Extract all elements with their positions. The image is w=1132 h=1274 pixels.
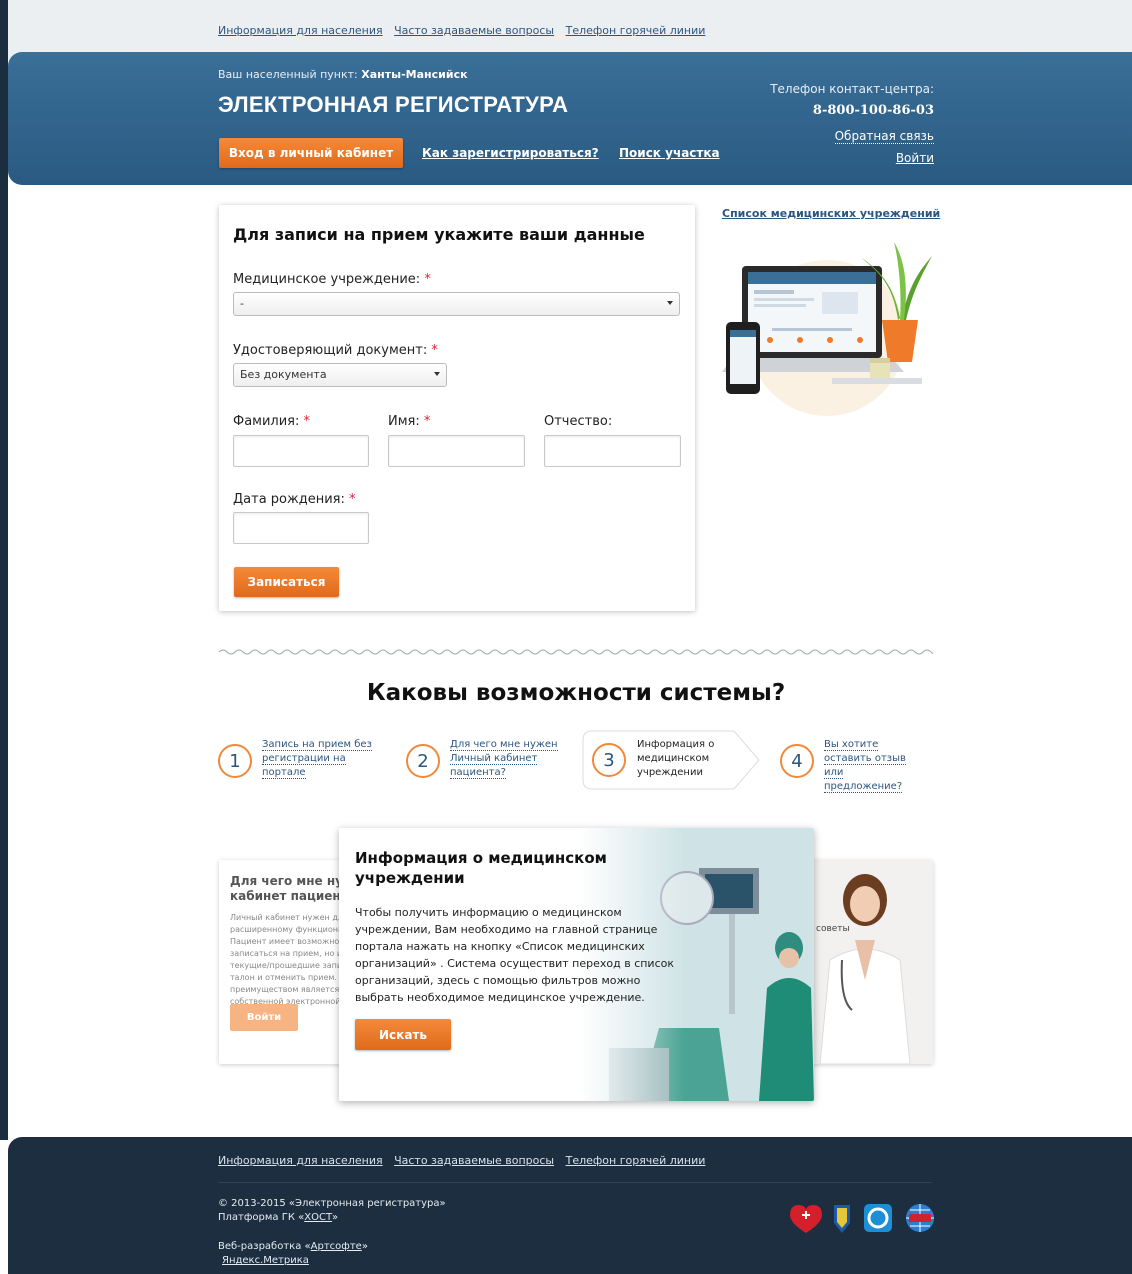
dev-prefix: Веб-разработка « xyxy=(218,1241,311,1252)
firstname-input[interactable] xyxy=(388,435,525,467)
document-label-text: Удостоверяющий документ: xyxy=(233,343,428,358)
top-link-hotline[interactable]: Телефон горячей линии xyxy=(566,24,706,37)
footer-nav: Информация для населения Часто задаваемы… xyxy=(218,1154,713,1167)
lastname-label-text: Фамилия: xyxy=(233,414,300,429)
site-footer: Информация для населения Часто задаваемы… xyxy=(8,1137,1132,1274)
patronymic-label-text: Отчество: xyxy=(544,414,613,429)
submit-appointment-button[interactable]: Записаться xyxy=(234,567,339,597)
devices-illustration xyxy=(722,242,932,416)
platform-line: Платформа ГК «ХОСТ» xyxy=(218,1211,446,1225)
platform-prefix: Платформа ГК « xyxy=(218,1212,305,1223)
login-link[interactable]: Войти xyxy=(896,151,934,165)
features-title: Каковы возможности системы? xyxy=(366,680,786,706)
platform-link[interactable]: ХОСТ xyxy=(304,1212,332,1223)
document-select-value: Без документа xyxy=(240,368,327,381)
step-label: Информация о медицинском учреждении xyxy=(637,739,715,778)
lastname-label: Фамилия: * xyxy=(233,414,310,429)
firstname-label: Имя: * xyxy=(388,414,430,429)
metrika-link[interactable]: Яндекс.Метрика xyxy=(222,1255,309,1266)
footer-link-faq[interactable]: Часто задаваемые вопросы xyxy=(394,1154,554,1167)
contact-label: Телефон контакт-центра: xyxy=(770,82,934,96)
required-mark: * xyxy=(424,272,431,287)
step-label: Вы хотите оставить отзыв или предложение… xyxy=(824,738,924,794)
institution-label-text: Медицинское учреждение: xyxy=(233,272,421,287)
cabinet-login-button[interactable]: Вход в личный кабинет xyxy=(219,138,403,168)
developer-line: Веб-разработка «Артсофте» Яндекс.Метрика xyxy=(218,1240,368,1268)
developer-link[interactable]: Артсофте xyxy=(311,1241,362,1252)
step-number: 2 xyxy=(406,744,440,778)
copyright: © 2013-2015 «Электронная регистратура» П… xyxy=(218,1197,446,1225)
card-text: Чтобы получить информацию о медицинском … xyxy=(355,906,675,1004)
step-number: 1 xyxy=(218,744,252,778)
step-label-text: Вы хотите оставить отзыв или предложение… xyxy=(824,739,906,793)
birthdate-label-text: Дата рождения: xyxy=(233,492,345,507)
footer-link-hotline[interactable]: Телефон горячей линии xyxy=(566,1154,706,1167)
step-label-text: Для чего мне нужен Личный кабинет пациен… xyxy=(450,739,558,779)
step-label: Запись на прием без регистрации на порта… xyxy=(262,738,382,780)
contact-phone: 8-800-100-86-03 xyxy=(812,103,934,118)
dev-suffix: » xyxy=(361,1241,368,1252)
feature-card-institution-info: Информация о медицинском учреждении Чтоб… xyxy=(339,828,814,1101)
chevron-down-icon xyxy=(667,301,673,305)
footer-link-info[interactable]: Информация для населения xyxy=(218,1154,383,1167)
medical-service-logo-icon[interactable] xyxy=(864,1204,892,1232)
city-prefix: Ваш населенный пункт: xyxy=(218,68,358,81)
step-number: 3 xyxy=(592,743,626,777)
appointment-form: Для записи на прием укажите ваши данные … xyxy=(219,205,695,611)
copyright-text: © 2013-2015 «Электронная регистратура» xyxy=(218,1198,446,1209)
chevron-down-icon xyxy=(434,372,440,376)
site-header: Ваш населенный пункт: Ханты-Мансийск ЭЛЕ… xyxy=(8,52,1132,185)
firstname-label-text: Имя: xyxy=(388,414,420,429)
region-emblem-icon[interactable] xyxy=(834,1205,850,1233)
required-mark: * xyxy=(423,414,431,429)
city-line: Ваш населенный пункт: Ханты-Мансийск xyxy=(218,68,468,81)
left-edge-decoration xyxy=(0,0,8,1140)
institution-select-value: - xyxy=(240,297,244,310)
platform-suffix: » xyxy=(332,1212,339,1223)
required-mark: * xyxy=(349,492,356,507)
document-select[interactable]: Без документа xyxy=(233,363,447,387)
card-title: Информация о медицинском учреждении xyxy=(355,849,607,887)
heart-logo-icon[interactable] xyxy=(790,1205,822,1233)
lastname-input[interactable] xyxy=(233,435,369,467)
patronymic-label: Отчество: xyxy=(544,414,612,429)
institution-label: Медицинское учреждение: * xyxy=(233,272,431,287)
footer-divider xyxy=(218,1182,932,1183)
feedback-link[interactable]: Обратная связь xyxy=(834,129,934,144)
step-label: Для чего мне нужен Личный кабинет пациен… xyxy=(450,738,570,780)
find-district-link[interactable]: Поиск участка xyxy=(619,146,720,160)
top-link-faq[interactable]: Часто задаваемые вопросы xyxy=(394,24,554,37)
birthdate-label: Дата рождения: * xyxy=(233,492,356,507)
top-nav: Информация для населения Часто задаваемы… xyxy=(218,24,713,37)
search-button[interactable]: Искать xyxy=(355,1019,451,1050)
institution-select[interactable]: - xyxy=(233,292,680,316)
birthdate-input[interactable] xyxy=(233,512,369,544)
document-label: Удостоверяющий документ: * xyxy=(233,343,438,358)
step-number: 4 xyxy=(780,744,814,778)
how-to-register-link[interactable]: Как зарегистрироваться? xyxy=(422,146,599,160)
site-title[interactable]: ЭЛЕКТРОННАЯ РЕГИСТРАТУРА xyxy=(218,92,568,118)
top-link-info[interactable]: Информация для населения xyxy=(218,24,383,37)
card-login-button[interactable]: Войти xyxy=(230,1004,298,1031)
partner-logos xyxy=(790,1204,934,1233)
wave-divider xyxy=(219,649,933,655)
feature-step-3-active[interactable]: 3 Информация о медицинском учреждении xyxy=(582,730,760,790)
step-label-text: Запись на прием без регистрации на порта… xyxy=(262,739,372,779)
required-mark: * xyxy=(303,414,311,429)
city-selector[interactable]: Ханты-Мансийск xyxy=(361,68,467,81)
patronymic-input[interactable] xyxy=(544,435,681,467)
card-partial-text: советы xyxy=(816,924,850,934)
required-mark: * xyxy=(431,343,438,358)
form-title: Для записи на прием укажите ваши данные xyxy=(233,225,645,244)
page: Информация для населения Часто задаваемы… xyxy=(0,0,1132,1274)
miac-logo-icon[interactable] xyxy=(906,1204,934,1232)
institutions-list-link[interactable]: Список медицинских учреждений xyxy=(722,207,940,220)
